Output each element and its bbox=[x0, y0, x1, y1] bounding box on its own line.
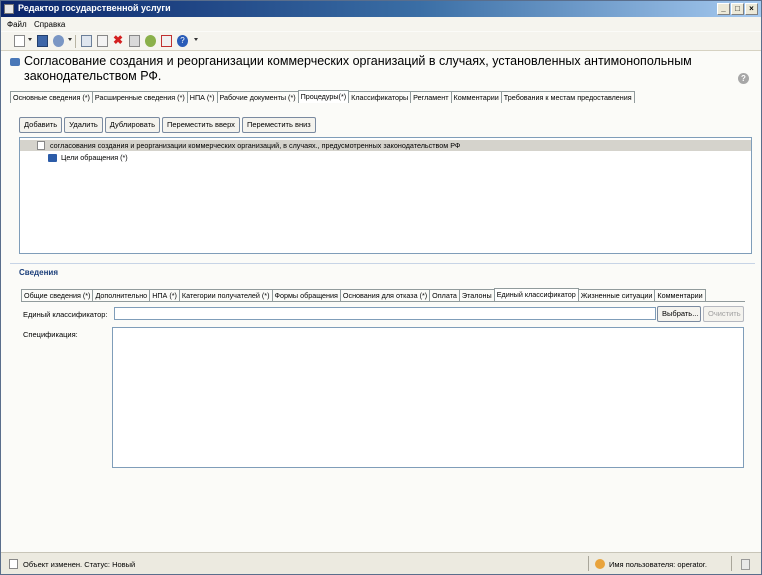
menu-help[interactable]: Справка bbox=[34, 20, 65, 29]
tab-npa[interactable]: НПА (*) bbox=[149, 289, 180, 301]
maximize-button[interactable]: □ bbox=[731, 3, 744, 15]
tab-regulation[interactable]: Регламент bbox=[410, 91, 452, 103]
book-icon bbox=[48, 154, 57, 162]
tab-additional[interactable]: Дополнительно bbox=[92, 289, 151, 301]
details-title: Сведения bbox=[19, 268, 58, 277]
window-controls: _ □ × bbox=[717, 3, 758, 15]
specification-label: Спецификация: bbox=[23, 330, 78, 339]
toolbar-separator bbox=[75, 35, 76, 48]
copy-icon[interactable] bbox=[129, 35, 140, 47]
tab-npa[interactable]: НПА (*) bbox=[186, 91, 218, 103]
choose-button[interactable]: Выбрать... bbox=[657, 306, 701, 322]
user-name-text: Имя пользователя: operator. bbox=[609, 560, 707, 569]
menu-file[interactable]: Файл bbox=[7, 20, 27, 29]
tab-payment[interactable]: Оплата bbox=[429, 289, 460, 301]
procedure-actions: Добавить Удалить Дублировать Переместить… bbox=[19, 117, 316, 133]
object-status-icon bbox=[9, 559, 18, 569]
page-title: Согласование создания и реорганизации ко… bbox=[24, 54, 692, 83]
service-icon bbox=[10, 58, 20, 66]
tab-extended-info[interactable]: Расширенные сведения (*) bbox=[91, 91, 188, 103]
refresh-icon[interactable] bbox=[145, 35, 156, 47]
status-divider bbox=[731, 556, 732, 571]
preview-icon[interactable] bbox=[97, 35, 108, 47]
tree-node-label: Цели обращения (*) bbox=[61, 153, 128, 162]
new-document-icon[interactable] bbox=[14, 35, 25, 47]
minimize-button[interactable]: _ bbox=[717, 3, 730, 15]
app-window: Редактор государственной услуги _ □ × Фа… bbox=[0, 0, 762, 575]
help-circle-icon[interactable]: ? bbox=[738, 73, 749, 84]
settings-icon[interactable] bbox=[53, 35, 64, 47]
help-icon[interactable]: ? bbox=[177, 35, 188, 47]
status-bar: Объект изменен. Статус: Новый Имя пользо… bbox=[1, 552, 761, 574]
details-panel: Сведения Общие сведения (*) Дополнительн… bbox=[10, 263, 755, 550]
delete-button[interactable]: Удалить bbox=[64, 117, 103, 133]
duplicate-button[interactable]: Дублировать bbox=[104, 117, 160, 133]
tab-work-documents[interactable]: Рабочие документы (*) bbox=[216, 91, 299, 103]
close-button[interactable]: × bbox=[745, 3, 758, 15]
export-icon[interactable] bbox=[161, 35, 172, 47]
toolbar: ✖ ? bbox=[1, 32, 761, 51]
tab-refusal-grounds[interactable]: Основания для отказа (*) bbox=[339, 289, 431, 301]
save-icon[interactable] bbox=[37, 35, 48, 47]
tree-node-root[interactable]: согласования создания и реорганизации ко… bbox=[20, 140, 751, 151]
add-button[interactable]: Добавить bbox=[19, 117, 63, 133]
document-icon bbox=[37, 141, 45, 150]
menu-bar: Файл Справка bbox=[1, 17, 761, 31]
move-up-button[interactable]: Переместить вверх bbox=[162, 117, 240, 133]
tab-life-situations[interactable]: Жизненные ситуации bbox=[577, 289, 656, 301]
classifier-label: Единый классификатор: bbox=[23, 310, 108, 319]
tab-place-requirements[interactable]: Требования к местам предоставления bbox=[500, 91, 635, 103]
tab-general-info[interactable]: Общие сведения (*) bbox=[21, 289, 94, 301]
print-icon[interactable] bbox=[81, 35, 92, 47]
user-icon bbox=[595, 559, 605, 569]
delete-icon[interactable]: ✖ bbox=[113, 34, 124, 47]
tab-request-forms[interactable]: Формы обращения bbox=[271, 289, 341, 301]
tabs-divider bbox=[21, 301, 745, 302]
tab-recipient-categories[interactable]: Категории получателей (*) bbox=[178, 289, 273, 301]
tab-basic-info[interactable]: Основные сведения (*) bbox=[10, 91, 93, 103]
status-text: Объект изменен. Статус: Новый bbox=[23, 560, 136, 569]
lock-icon bbox=[741, 559, 750, 570]
title-bar: Редактор государственной услуги _ □ × bbox=[1, 1, 761, 17]
tab-standards[interactable]: Эталоны bbox=[458, 289, 495, 301]
tab-procedures[interactable]: Процедуры(*) bbox=[297, 90, 350, 103]
tab-comments[interactable]: Комментарии bbox=[450, 91, 502, 103]
tree-node-label: согласования создания и реорганизации ко… bbox=[50, 141, 461, 150]
app-icon bbox=[4, 4, 14, 14]
window-title: Редактор государственной услуги bbox=[18, 3, 171, 13]
details-header: Сведения bbox=[10, 263, 755, 278]
main-tabs: Основные сведения (*) Расширенные сведен… bbox=[10, 90, 635, 103]
new-dropdown-icon[interactable] bbox=[28, 38, 32, 41]
status-divider bbox=[588, 556, 589, 571]
clear-button[interactable]: Очистить bbox=[703, 306, 744, 322]
tab-comments[interactable]: Комментарии bbox=[654, 289, 706, 301]
settings-dropdown-icon[interactable] bbox=[68, 38, 72, 41]
move-down-button[interactable]: Переместить вниз bbox=[241, 117, 316, 133]
details-tabs: Общие сведения (*) Дополнительно НПА (*)… bbox=[21, 288, 706, 301]
tab-classifiers[interactable]: Классификаторы bbox=[348, 91, 412, 103]
classifier-input[interactable] bbox=[114, 307, 656, 320]
tab-unified-classifier[interactable]: Единый классификатор bbox=[493, 288, 579, 301]
help-dropdown-icon[interactable] bbox=[194, 38, 198, 41]
procedures-tree[interactable]: согласования создания и реорганизации ко… bbox=[19, 137, 752, 254]
specification-textarea[interactable] bbox=[112, 327, 744, 468]
